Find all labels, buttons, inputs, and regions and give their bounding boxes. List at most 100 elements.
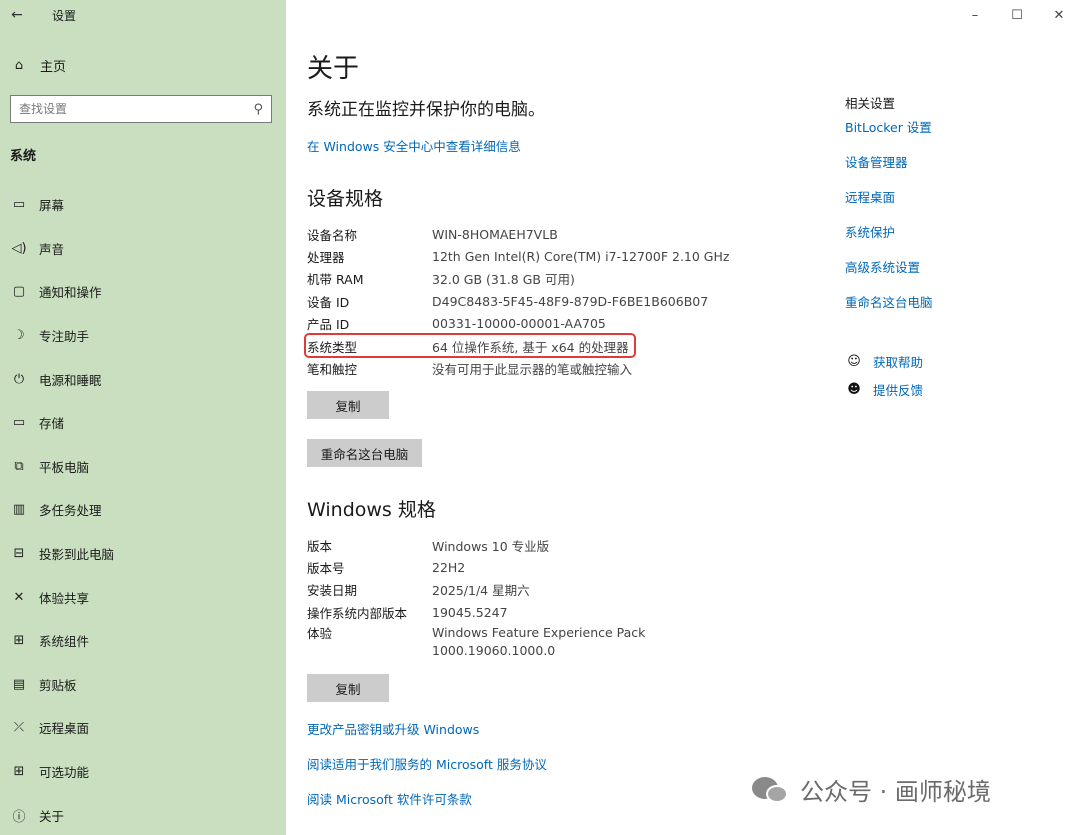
section-heading: 系统: [10, 149, 37, 164]
close-button[interactable]: ✕: [1038, 0, 1080, 30]
sidebar-item-remote-desktop[interactable]: ⤫ 远程桌面: [0, 706, 286, 750]
sidebar-item-power[interactable]: ⏻ 电源和睡眠: [0, 357, 286, 401]
sidebar-item-clipboard[interactable]: ▤ 剪贴板: [0, 663, 286, 707]
license-terms-link[interactable]: 阅读 Microsoft 软件许可条款: [307, 789, 472, 808]
home-icon: ⌂: [14, 58, 24, 73]
maximize-button[interactable]: ☐: [996, 0, 1038, 30]
sidebar-item-projecting[interactable]: ⊟ 投影到此电脑: [0, 532, 286, 576]
page-title: 关于: [307, 54, 360, 84]
sidebar-item-system-components[interactable]: ⊞ 系统组件: [0, 619, 286, 663]
spec-value: 19045.5247: [432, 604, 508, 620]
spec-value: Windows 10 专业版: [432, 538, 550, 554]
home-nav-item[interactable]: ⌂ 主页: [10, 56, 66, 75]
sidebar-item-display[interactable]: ▭ 屏幕: [0, 183, 286, 227]
sidebar-item-label: 系统组件: [39, 634, 90, 650]
info-icon: ⓘ: [12, 809, 26, 825]
search-box[interactable]: ⚲: [10, 95, 272, 123]
sidebar-item-multitasking[interactable]: ▥ 多任务处理: [0, 488, 286, 532]
spec-key: 机带 RAM: [307, 272, 364, 288]
spec-key: 笔和触控: [307, 362, 358, 378]
sidebar-item-shared-experiences[interactable]: ✕ 体验共享: [0, 575, 286, 619]
spec-key: 版本号: [307, 561, 345, 577]
multitask-icon: ▥: [12, 502, 26, 518]
search-input[interactable]: [19, 102, 254, 116]
sidebar-item-notifications[interactable]: ▢ 通知和操作: [0, 270, 286, 314]
sidebar-item-label: 存储: [39, 416, 65, 432]
sidebar-item-focus-assist[interactable]: ☽ 专注助手: [0, 314, 286, 358]
optional-features-icon: ⊞: [13, 764, 25, 780]
wechat-icon: [752, 775, 790, 805]
windows-specs-heading: Windows 规格: [307, 499, 436, 521]
components-icon: ⊞: [13, 633, 25, 649]
sidebar-item-label: 可选功能: [39, 765, 90, 781]
sidebar-item-label: 多任务处理: [39, 503, 102, 519]
bitlocker-link[interactable]: BitLocker 设置: [845, 117, 932, 136]
system-type-highlight: [304, 333, 636, 358]
give-feedback-link[interactable]: ☻ 提供反馈: [845, 380, 923, 399]
device-specs-heading: 设备规格: [307, 188, 384, 210]
advanced-system-settings-link[interactable]: 高级系统设置: [845, 257, 920, 276]
spec-row: 处理器 12th Gen Intel(R) Core(TM) i7-12700F …: [307, 245, 827, 267]
app-title: 设置: [52, 8, 77, 23]
sidebar-item-label: 关于: [39, 808, 65, 824]
spec-value: 1000.19060.1000.0: [432, 643, 556, 659]
spec-row: 安装日期 2025/1/4 星期六: [307, 579, 827, 601]
minimize-button[interactable]: –: [954, 0, 996, 30]
device-manager-link[interactable]: 设备管理器: [845, 152, 908, 171]
power-icon: ⏻: [13, 371, 25, 387]
sidebar-item-about[interactable]: ⓘ 关于: [0, 793, 286, 835]
spec-key: 设备名称: [307, 227, 358, 243]
spec-key: 处理器: [307, 250, 345, 266]
sidebar-item-label: 远程桌面: [39, 721, 90, 737]
spec-key: 设备 ID: [307, 294, 350, 310]
sidebar-item-label: 平板电脑: [39, 459, 90, 475]
watermark-text: 公众号 · 画师秘境: [800, 778, 991, 806]
projector-icon: ⊟: [13, 546, 25, 562]
spec-row: 机带 RAM 32.0 GB (31.8 GB 可用): [307, 268, 827, 290]
rename-pc-link[interactable]: 重命名这台电脑: [845, 292, 933, 311]
spec-row: 笔和触控 没有可用于此显示器的笔或触控输入: [307, 357, 827, 379]
share-icon: ✕: [13, 589, 25, 605]
give-feedback-label: 提供反馈: [873, 383, 924, 398]
sidebar-item-tablet[interactable]: ⧉ 平板电脑: [0, 445, 286, 489]
spec-key: 产品 ID: [307, 317, 350, 333]
window-controls: – ☐ ✕: [954, 0, 1080, 30]
back-arrow-icon[interactable]: ←: [0, 7, 34, 23]
spec-value: 没有可用于此显示器的笔或触控输入: [432, 362, 633, 378]
feedback-icon: ☻: [847, 382, 861, 397]
spec-row: 操作系统内部版本 19045.5247: [307, 601, 827, 623]
spec-row: 版本号 22H2: [307, 556, 827, 578]
tablet-icon: ⧉: [14, 458, 24, 474]
sidebar-item-sound[interactable]: ◁) 声音: [0, 227, 286, 271]
copy-device-specs-button[interactable]: 复制: [307, 391, 389, 419]
system-protection-link[interactable]: 系统保护: [845, 222, 895, 241]
search-icon[interactable]: ⚲: [253, 102, 263, 117]
spec-value: WIN-8HOMAEH7VLB: [432, 226, 558, 242]
sidebar-item-label: 体验共享: [39, 590, 90, 606]
copy-windows-specs-button[interactable]: 复制: [307, 674, 389, 702]
change-product-key-link[interactable]: 更改产品密钥或升级 Windows: [307, 719, 479, 738]
spec-key: 体验: [307, 626, 333, 642]
sidebar-item-label: 通知和操作: [39, 285, 102, 301]
watermark: 公众号 · 画师秘境: [752, 772, 991, 807]
sidebar-item-optional-features[interactable]: ⊞ 可选功能: [0, 750, 286, 794]
sidebar-item-storage[interactable]: ▭ 存储: [0, 401, 286, 445]
service-agreement-link[interactable]: 阅读适用于我们服务的 Microsoft 服务协议: [307, 754, 547, 773]
rename-pc-button[interactable]: 重命名这台电脑: [307, 439, 422, 467]
spec-row: 设备名称 WIN-8HOMAEH7VLB: [307, 223, 827, 245]
remote-desktop-link[interactable]: 远程桌面: [845, 187, 895, 206]
sidebar-item-label: 专注助手: [39, 329, 90, 345]
get-help-label: 获取帮助: [873, 355, 924, 370]
spec-key: 操作系统内部版本: [307, 605, 408, 621]
spec-value: 2025/1/4 星期六: [432, 583, 530, 599]
sidebar: ← 设置 ⌂ 主页 ⚲ 系统 ▭ 屏幕 ◁) 声音 ▢ 通知和操作 ☽ 专注助手 ⏻ 电源…: [0, 0, 286, 835]
speaker-icon: ◁): [11, 240, 27, 256]
spec-value: 32.0 GB (31.8 GB 可用): [432, 272, 575, 288]
spec-value: Windows Feature Experience Pack: [432, 625, 646, 641]
sidebar-item-label: 电源和睡眠: [39, 372, 102, 388]
get-help-link[interactable]: ☺ 获取帮助: [845, 352, 923, 371]
spec-row: 1000.19060.1000.0: [307, 642, 827, 660]
security-center-link[interactable]: 在 Windows 安全中心中查看详细信息: [307, 136, 521, 155]
spec-value: 00331-10000-00001-AA705: [432, 316, 606, 332]
storage-icon: ▭: [12, 415, 26, 431]
